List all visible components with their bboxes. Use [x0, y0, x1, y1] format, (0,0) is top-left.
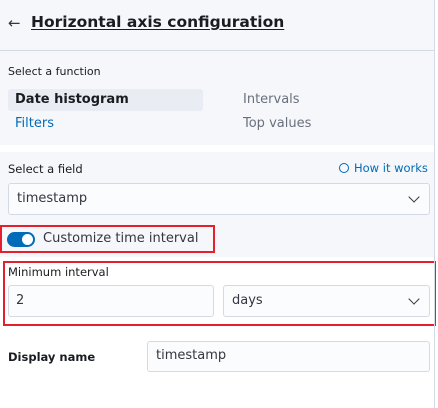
- field-select[interactable]: timestamp: [8, 183, 430, 215]
- display-name-value: timestamp: [156, 348, 227, 363]
- chevron-down-icon: [408, 191, 420, 203]
- display-name-label: Display name: [8, 350, 96, 364]
- interval-unit-select[interactable]: days: [223, 285, 430, 317]
- question-circle-icon: [339, 163, 349, 173]
- field-label: Select a field: [8, 162, 83, 176]
- page-title[interactable]: Horizontal axis configuration: [31, 13, 284, 31]
- customize-interval-toggle[interactable]: [7, 232, 35, 247]
- display-name-input[interactable]: timestamp: [147, 341, 430, 372]
- interval-value-input[interactable]: 2: [8, 285, 214, 317]
- function-option-filters[interactable]: Filters: [15, 114, 54, 134]
- function-option-top-values[interactable]: Top values: [243, 114, 311, 134]
- interval-unit-value: days: [232, 293, 263, 308]
- function-option-date-histogram[interactable]: Date histogram: [8, 89, 203, 111]
- interval-value: 2: [16, 293, 25, 308]
- how-it-works-label: How it works: [354, 161, 428, 175]
- how-it-works-link[interactable]: How it works: [339, 161, 428, 175]
- function-label: Select a function: [8, 65, 101, 78]
- toggle-knob: [22, 234, 33, 245]
- arrow-left-icon[interactable]: ←: [8, 14, 24, 32]
- field-select-value: timestamp: [17, 191, 88, 206]
- customize-interval-label: Customize time interval: [43, 231, 199, 246]
- function-option-intervals[interactable]: Intervals: [243, 90, 300, 110]
- panel-divider: [434, 0, 435, 408]
- panel-header: ← Horizontal axis configuration: [0, 0, 434, 51]
- axis-config-panel: ← Horizontal axis configuration Select a…: [0, 0, 438, 408]
- minimum-interval-label: Minimum interval: [8, 265, 109, 279]
- chevron-down-icon: [408, 293, 420, 305]
